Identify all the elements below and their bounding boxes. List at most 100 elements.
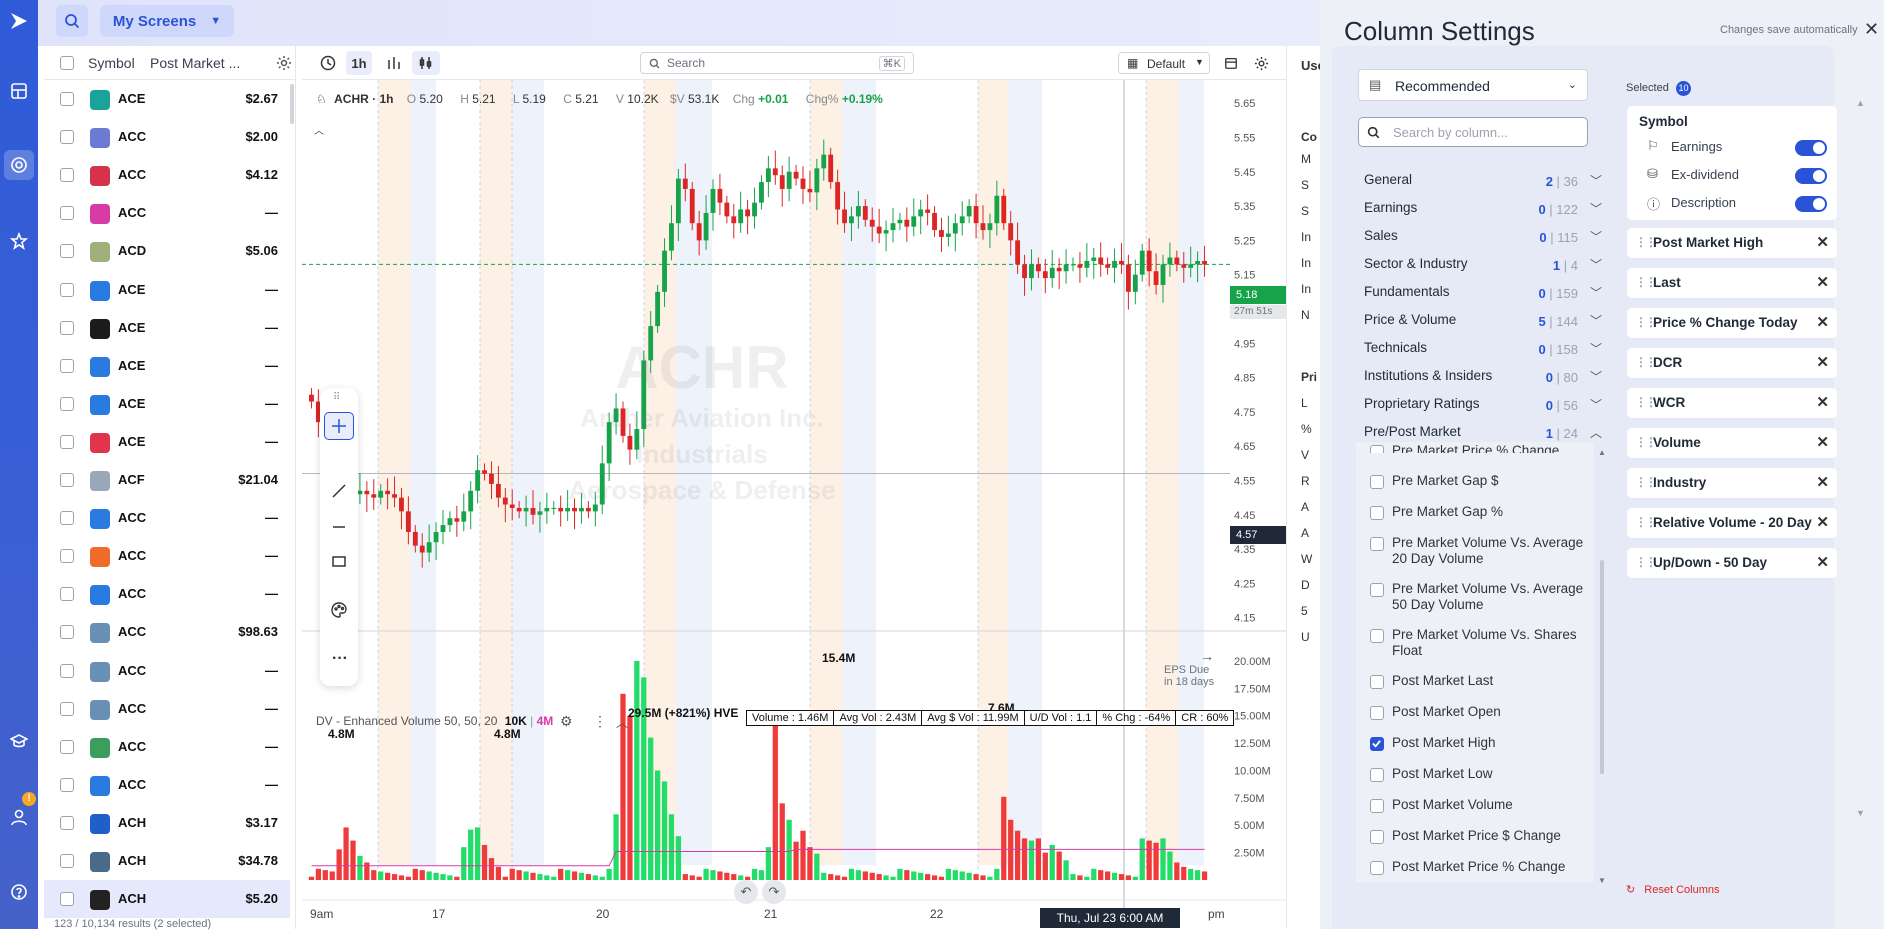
earnings-toggle[interactable] xyxy=(1795,140,1827,156)
dashboard-icon[interactable] xyxy=(4,76,34,106)
selected-column-card[interactable]: ⋮⋮ Relative Volume - 20 Day ✕ xyxy=(1627,508,1837,538)
row-symbol[interactable]: ACC xyxy=(118,701,146,716)
option-checkbox[interactable] xyxy=(1370,583,1384,597)
description-toggle[interactable] xyxy=(1795,196,1827,212)
row-checkbox[interactable] xyxy=(60,434,74,449)
row-checkbox[interactable] xyxy=(60,206,74,221)
table-row[interactable]: ACD $5.06 xyxy=(44,232,290,270)
row-checkbox[interactable] xyxy=(60,739,74,754)
selected-column-card[interactable]: ⋮⋮ Post Market High ✕ xyxy=(1627,228,1837,258)
row-symbol[interactable]: ACE xyxy=(118,282,145,297)
table-row[interactable]: ACC — xyxy=(44,728,290,766)
table-row[interactable]: ACE — xyxy=(44,385,290,423)
rectangle-tool-icon[interactable] xyxy=(332,554,346,568)
drag-handle-icon[interactable]: ⋮⋮ xyxy=(1635,275,1657,289)
row-checkbox[interactable] xyxy=(60,625,74,640)
more-tools-icon[interactable]: ··· xyxy=(332,650,348,668)
drag-handle-icon[interactable]: ⋮⋮ xyxy=(1635,315,1657,329)
table-row[interactable]: ACE — xyxy=(44,271,290,309)
row-symbol[interactable]: ACD xyxy=(118,243,146,258)
table-row[interactable]: ACH $34.78 xyxy=(44,842,290,880)
table-row[interactable]: ACC — xyxy=(44,537,290,575)
row-checkbox[interactable] xyxy=(60,473,74,487)
selected-column-card[interactable]: ⋮⋮ Up/Down - 50 Day ✕ xyxy=(1627,548,1837,578)
logo-icon[interactable] xyxy=(4,6,34,36)
remove-column-icon[interactable]: ✕ xyxy=(1816,353,1829,371)
price-chart-canvas[interactable]: 5.655.555.455.355.255.155.054.954.854.75… xyxy=(302,80,1286,929)
remove-column-icon[interactable]: ✕ xyxy=(1816,513,1829,531)
option-checkbox[interactable] xyxy=(1370,706,1384,720)
category-row[interactable]: Proprietary Ratings 0 | 56 ﹀ xyxy=(1364,396,1604,420)
row-checkbox[interactable] xyxy=(60,92,74,106)
selected-column-card[interactable]: ⋮⋮ WCR ✕ xyxy=(1627,388,1837,418)
row-symbol[interactable]: ACE xyxy=(118,434,145,449)
row-symbol[interactable]: ACE xyxy=(118,320,145,335)
table-row[interactable]: ACC $4.12 xyxy=(44,156,290,194)
redo-icon[interactable]: ↷ xyxy=(762,880,786,904)
selected-scroll-up-icon[interactable]: ▲ xyxy=(1856,98,1865,108)
table-row[interactable]: ACH $5.20 xyxy=(44,880,290,919)
palette-icon[interactable] xyxy=(331,602,347,618)
star-icon[interactable] xyxy=(4,226,34,256)
category-row[interactable]: Institutions & Insiders 0 | 80 ﹀ xyxy=(1364,368,1604,392)
category-row[interactable]: Fundamentals 0 | 159 ﹀ xyxy=(1364,284,1604,308)
option-checkbox[interactable] xyxy=(1370,475,1384,489)
row-symbol[interactable]: ACE xyxy=(118,358,145,373)
row-symbol[interactable]: ACH xyxy=(118,815,146,830)
remove-column-icon[interactable]: ✕ xyxy=(1816,473,1829,491)
select-all-checkbox[interactable] xyxy=(60,56,74,70)
table-row[interactable]: ACC — xyxy=(44,575,290,613)
table-row[interactable]: ACC — xyxy=(44,194,290,232)
reset-columns-button[interactable]: ↻ Reset Columns xyxy=(1626,883,1719,896)
row-checkbox[interactable] xyxy=(60,511,74,526)
row-checkbox[interactable] xyxy=(60,358,74,373)
drag-handle-icon[interactable]: ⋮⋮ xyxy=(1635,515,1657,529)
option-checkbox[interactable] xyxy=(1370,768,1384,782)
volume-more-icon[interactable]: ⋮ xyxy=(593,713,607,730)
table-row[interactable]: ACC — xyxy=(44,652,290,690)
column-option[interactable]: Pre Market Price % Change xyxy=(1370,443,1610,453)
table-row[interactable]: ACE — xyxy=(44,347,290,385)
row-symbol[interactable]: ACC xyxy=(118,777,146,792)
column-search-input[interactable]: Search by column... xyxy=(1358,117,1588,147)
volume-collapse-icon[interactable]: ︿ xyxy=(616,714,628,731)
row-symbol[interactable]: ACC xyxy=(118,548,146,563)
row-symbol[interactable]: ACH xyxy=(118,891,146,906)
selected-column-card[interactable]: ⋮⋮ Volume ✕ xyxy=(1627,428,1837,458)
row-symbol[interactable]: ACC xyxy=(118,739,146,754)
row-symbol[interactable]: ACC xyxy=(118,205,146,220)
drag-handle-icon[interactable]: ⋮⋮ xyxy=(1635,355,1657,369)
row-checkbox[interactable] xyxy=(60,320,74,335)
collapse-legend-icon[interactable]: ︿ xyxy=(314,122,324,137)
timeframe-button[interactable]: 1h xyxy=(346,51,372,75)
calendar-icon[interactable] xyxy=(1220,46,1242,80)
row-checkbox[interactable] xyxy=(60,701,74,716)
volume-settings-icon[interactable]: ⚙ xyxy=(560,713,573,730)
row-symbol[interactable]: ACC xyxy=(118,586,146,601)
user-icon[interactable] xyxy=(4,802,34,832)
selected-scroll-down-icon[interactable]: ▼ xyxy=(1856,808,1865,818)
screener-icon[interactable] xyxy=(4,150,34,180)
table-row[interactable]: ACE — xyxy=(44,309,290,347)
row-checkbox[interactable] xyxy=(60,777,74,792)
my-screens-dropdown[interactable]: My Screens ▼ xyxy=(100,5,234,37)
selected-column-card[interactable]: ⋮⋮ Price % Change Today ✕ xyxy=(1627,308,1837,338)
category-row[interactable]: Price & Volume 5 | 144 ﹀ xyxy=(1364,312,1604,336)
symbol-search-input[interactable]: Search ⌘K xyxy=(640,52,914,74)
remove-column-icon[interactable]: ✕ xyxy=(1816,433,1829,451)
option-checkbox[interactable] xyxy=(1370,861,1384,875)
drag-handle-icon[interactable]: ⋮⋮ xyxy=(1635,435,1657,449)
preset-dropdown[interactable]: ▤ Recommended ⌄ xyxy=(1358,69,1588,101)
row-symbol[interactable]: ACC xyxy=(118,129,146,144)
table-row[interactable]: ACC $2.00 xyxy=(44,118,290,156)
row-checkbox[interactable] xyxy=(60,892,74,907)
row-symbol[interactable]: ACC xyxy=(118,624,146,639)
row-symbol[interactable]: ACC xyxy=(118,663,146,678)
scroll-down-icon[interactable]: ▼ xyxy=(1598,876,1606,885)
search-button[interactable] xyxy=(56,5,88,37)
list-scrollbar[interactable] xyxy=(290,84,294,124)
row-checkbox[interactable] xyxy=(60,587,74,602)
row-symbol[interactable]: ACE xyxy=(118,396,145,411)
col-post-market-header[interactable]: Post Market ... xyxy=(150,55,240,71)
close-icon[interactable]: ✕ xyxy=(1864,19,1879,40)
